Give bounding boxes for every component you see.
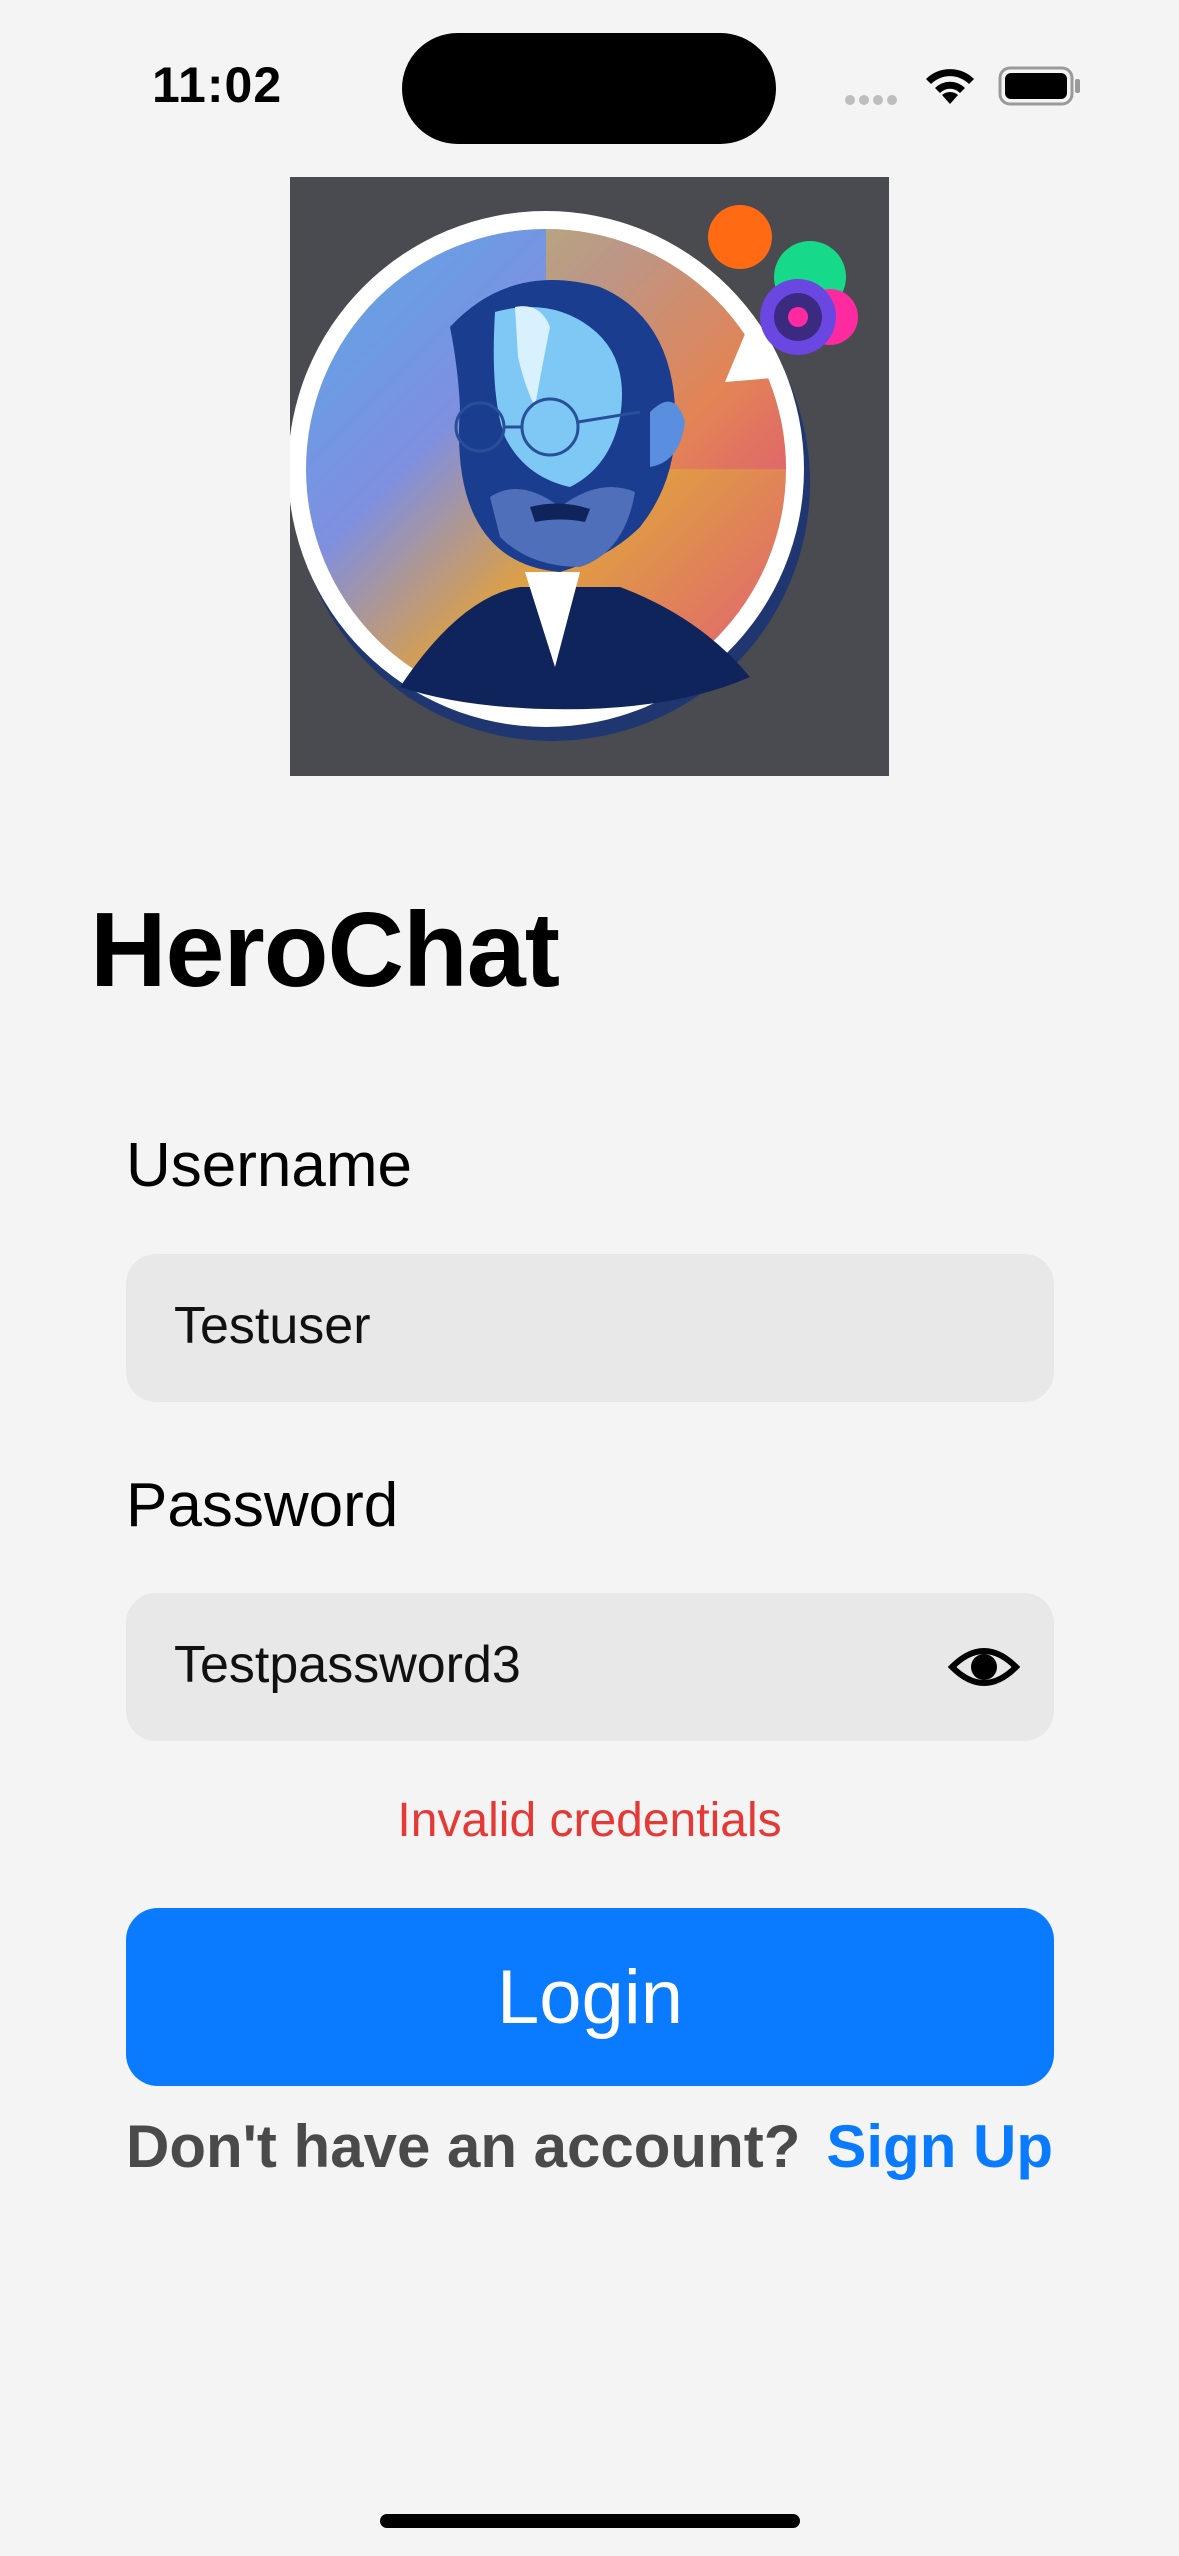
dynamic-island bbox=[402, 33, 776, 144]
eye-icon[interactable] bbox=[948, 1637, 1020, 1697]
username-label: Username bbox=[126, 1131, 412, 1200]
signup-link[interactable]: Sign Up bbox=[826, 2113, 1053, 2180]
app-title: HeroChat bbox=[90, 891, 560, 1009]
signup-prompt: Don't have an account? bbox=[126, 2113, 801, 2180]
password-value[interactable]: Testpassword3 bbox=[174, 1635, 521, 1695]
status-time: 11:02 bbox=[152, 57, 283, 113]
status-bar: 11:02 bbox=[0, 0, 1179, 170]
error-message: Invalid credentials bbox=[397, 1794, 782, 1847]
wifi-icon bbox=[926, 69, 974, 104]
battery-icon bbox=[998, 66, 1080, 106]
home-indicator[interactable] bbox=[380, 2514, 800, 2528]
username-field[interactable]: Testuser bbox=[126, 1254, 1054, 1402]
password-label: Password bbox=[126, 1471, 399, 1540]
app-logo bbox=[290, 177, 889, 776]
username-value[interactable]: Testuser bbox=[174, 1296, 371, 1356]
signup-row: Don't have an account? Sign Up bbox=[0, 2112, 1179, 2181]
cellular-signal-icon bbox=[845, 92, 901, 110]
login-button[interactable]: Login bbox=[126, 1908, 1054, 2086]
password-field[interactable]: Testpassword3 bbox=[126, 1593, 1054, 1741]
